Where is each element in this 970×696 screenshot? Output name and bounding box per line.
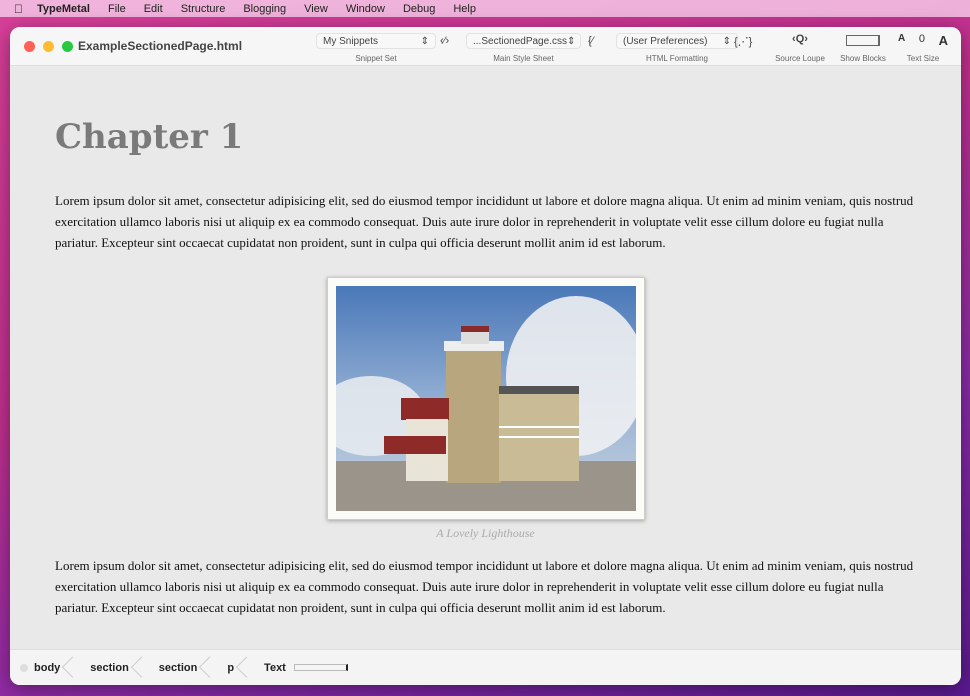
- menu-edit[interactable]: Edit: [144, 3, 163, 15]
- snippet-set-label: Snippet Set: [355, 54, 397, 63]
- text-smaller-button[interactable]: A: [898, 33, 905, 49]
- show-blocks-button[interactable]: Show Blocks: [836, 33, 890, 63]
- source-loupe-button[interactable]: ‹Q› Source Loupe: [770, 33, 830, 63]
- style-sheet-select[interactable]: ...SectionedPage.css ⇕: [466, 33, 581, 49]
- show-blocks-label: Show Blocks: [840, 54, 886, 63]
- apple-icon[interactable]: : [14, 2, 23, 16]
- status-dot-icon: [20, 663, 28, 672]
- text-node-indicator: [293, 664, 348, 671]
- toolbar: ExampleSectionedPage.html My Snippets ⇕ Sn…: [10, 27, 961, 66]
- chevron-updown-icon: ⇕: [420, 35, 429, 47]
- breadcrumb: body section section p Text: [10, 649, 961, 685]
- menu-bar:  TypeMetal File Edit Structure Blogging…: [0, 0, 970, 17]
- snippet-set-select[interactable]: My Snippets ⇕: [316, 33, 436, 49]
- window-title: ExampleSectionedPage.html: [78, 39, 243, 53]
- html-formatting-select[interactable]: (User Preferences) ⇕: [616, 33, 738, 49]
- menu-structure[interactable]: Structure: [181, 3, 226, 15]
- style-sheet-label: Main Style Sheet: [493, 54, 554, 63]
- menu-file[interactable]: File: [108, 3, 126, 15]
- style-sheet-value: ...SectionedPage.css: [473, 35, 567, 47]
- text-reset-button[interactable]: 0: [919, 33, 925, 49]
- blocks-icon: [846, 35, 880, 46]
- figure-caption: A Lovely Lighthouse: [436, 526, 535, 540]
- loupe-icon: ‹Q›: [792, 33, 808, 45]
- formatting-icon[interactable]: {⋰}: [734, 35, 752, 48]
- zoom-button[interactable]: [62, 41, 73, 52]
- source-loupe-label: Source Loupe: [775, 54, 825, 63]
- snippet-edit-icon[interactable]: ‹⁄›: [440, 35, 449, 47]
- breadcrumb-p[interactable]: p: [209, 662, 246, 674]
- menu-blogging[interactable]: Blogging: [243, 3, 286, 15]
- breadcrumb-section[interactable]: section: [141, 662, 210, 674]
- breadcrumb-section[interactable]: section: [72, 662, 141, 674]
- text-size-label: Text Size: [906, 54, 940, 63]
- editor-window: ExampleSectionedPage.html My Snippets ⇕ Sn…: [10, 27, 961, 685]
- breadcrumb-body[interactable]: body: [28, 662, 72, 674]
- paragraph[interactable]: Lorem ipsum dolor sit amet, consectetur …: [55, 190, 915, 253]
- chevron-updown-icon: ⇕: [722, 35, 731, 47]
- chapter-heading: Chapter 1: [55, 117, 244, 157]
- html-formatting-value: (User Preferences): [623, 35, 708, 47]
- menu-view[interactable]: View: [304, 3, 328, 15]
- snippet-set-value: My Snippets: [323, 35, 379, 47]
- close-button[interactable]: [24, 41, 35, 52]
- figure[interactable]: [327, 277, 645, 520]
- document-view[interactable]: Chapter 1 Lorem ipsum dolor sit amet, co…: [10, 67, 961, 649]
- menu-debug[interactable]: Debug: [403, 3, 435, 15]
- text-larger-button[interactable]: A: [939, 33, 948, 49]
- paragraph[interactable]: Lorem ipsum dolor sit amet, consectetur …: [55, 555, 915, 618]
- menu-app[interactable]: TypeMetal: [37, 3, 90, 15]
- html-formatting-label: HTML Formatting: [646, 54, 708, 63]
- menu-window[interactable]: Window: [346, 3, 385, 15]
- chevron-updown-icon: ⇕: [566, 35, 576, 47]
- menu-help[interactable]: Help: [453, 3, 476, 15]
- minimize-button[interactable]: [43, 41, 54, 52]
- style-edit-icon[interactable]: {⁄: [588, 35, 594, 47]
- lighthouse-image: [336, 286, 636, 511]
